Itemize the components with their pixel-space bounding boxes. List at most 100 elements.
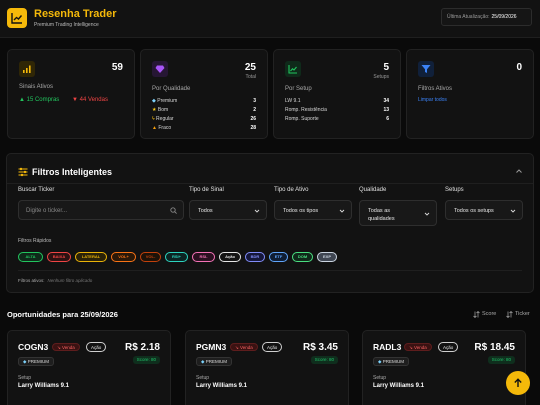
sort-icon (506, 311, 513, 318)
sort-score-button[interactable]: Score (473, 311, 496, 318)
setup-row-label: Romp. Resistência (285, 107, 327, 113)
quality-select[interactable]: Todas as qualidades (359, 200, 437, 226)
quality-row-count: 26 (250, 116, 256, 122)
opportunity-card[interactable]: COGN3 ↘ Venda Ação ◆ PREMIUM R$ 2.18 Sco… (7, 330, 171, 405)
trend-down-icon: ↘ (57, 345, 61, 350)
sells-count: 44 Vendas (79, 97, 108, 103)
setup-unit: Setups (373, 74, 389, 80)
quality-row-count: 28 (250, 125, 256, 131)
signal-type-label: Tipo de Sinal (189, 187, 224, 193)
gem-icon: ◆ (201, 359, 205, 364)
setup-label: Setup (373, 375, 387, 381)
setup-row-label: LW 9.1 (285, 98, 301, 104)
opportunity-card[interactable]: RADL3 ↘ Venda Ação ◆ PREMIUM R$ 18.45 Sc… (362, 330, 526, 405)
setups-select[interactable]: Todos os setups (445, 200, 523, 220)
ticker-placeholder: Digite o ticker... (26, 208, 68, 214)
divider (7, 183, 533, 184)
trend-down-icon: ↘ (235, 345, 239, 350)
quality-row-bom: ★ Bom 2 (152, 107, 256, 114)
buys-stat: ▲ 15 Compras (19, 97, 59, 103)
scroll-to-top-button[interactable] (506, 371, 530, 395)
asset-kind-badge: Ação (262, 342, 283, 352)
chevron-up-icon[interactable] (515, 167, 523, 175)
gem-icon: ◆ (23, 359, 27, 364)
last-update-label: Última Atualização: (447, 14, 490, 20)
asset-kind-badge: Ação (86, 342, 107, 352)
quality-card: 25 Total Por Qualidade ◆ Premium 3 ★ Bom… (140, 49, 268, 139)
divider (18, 270, 522, 271)
quality-row-premium: ◆ Premium 3 (152, 98, 256, 105)
active-filters-title: Filtros Ativos (418, 86, 453, 92)
bolt-icon: ϟ (152, 116, 155, 122)
app-header: Resenha Trader Premium Trading Intellige… (0, 0, 540, 38)
warning-icon: ▲ (152, 125, 157, 131)
asset-type-select[interactable]: Todos os tipos (274, 200, 352, 220)
app-logo (7, 8, 27, 28)
quick-filter-chip[interactable]: BAIXA (47, 252, 71, 262)
quality-filter-label: Qualidade (359, 187, 387, 193)
active-filters-count: 0 (516, 62, 522, 73)
sort-icon (473, 311, 480, 318)
side-badge: ↘ Venda (404, 343, 432, 351)
setup-row: Romp. Resistência 13 (285, 107, 389, 114)
setup-count: 5 (383, 62, 389, 73)
quality-badge: ◆ PREMIUM (196, 357, 232, 366)
trend-down-icon: ↘ (409, 345, 413, 350)
quality-row-regular: ϟ Regular 26 (152, 116, 256, 123)
search-icon (170, 207, 177, 214)
quick-filter-chip[interactable]: EXP (317, 252, 337, 262)
star-icon: ★ (152, 107, 157, 113)
gem-icon: ◆ (378, 359, 382, 364)
setup-row: Romp. Suporte 6 (285, 116, 389, 123)
signals-count: 59 (111, 62, 123, 73)
quick-filter-chip[interactable]: VOL- (140, 252, 161, 262)
setup-title: Por Setup (285, 86, 312, 92)
quality-row-label: Premium (157, 98, 178, 104)
opportunity-card[interactable]: PGMN3 ↘ Venda Ação ◆ PREMIUM R$ 3.45 Sco… (185, 330, 349, 405)
ticker-search-input[interactable]: Digite o ticker... (18, 200, 184, 220)
side-label: Venda (240, 345, 253, 350)
sells-stat: ▼ 44 Vendas (72, 97, 108, 103)
price: R$ 3.45 (302, 342, 338, 353)
signals-card: 59 Sinais Ativos ▲ 15 Compras ▼ 44 Venda… (7, 49, 135, 139)
setup-value: Larry Williams 9.1 (18, 383, 69, 389)
quality-label: PREMIUM (27, 359, 49, 364)
ticker-label: Buscar Ticker (18, 187, 55, 193)
ticker-symbol: RADL3 (373, 342, 402, 352)
sliders-icon (18, 167, 28, 177)
quick-filter-chip[interactable]: ETF (269, 252, 288, 262)
quick-filter-chip[interactable]: DOM (292, 252, 313, 262)
clear-all-link[interactable]: Limpar todos (418, 97, 447, 103)
quick-filter-chip[interactable]: LATERAL (75, 252, 107, 262)
trend-chart-icon (11, 13, 23, 24)
quick-filter-chip[interactable]: RSI+ (165, 252, 188, 262)
quick-filter-chip[interactable]: RSI- (192, 252, 215, 262)
asset-kind-badge: Ação (438, 342, 459, 352)
score-badge: Score: 80 (310, 356, 338, 364)
bar-chart-icon (19, 61, 35, 77)
setup-row-count: 6 (386, 116, 389, 122)
quick-filter-chip[interactable]: BDR (245, 252, 265, 262)
setup-row-count: 34 (383, 98, 389, 104)
arrow-down-icon: ▼ (72, 97, 78, 103)
quality-total: 25 (244, 62, 256, 73)
signals-title: Sinais Ativos (19, 84, 54, 90)
app-subtitle: Premium Trading Intelligence (34, 22, 99, 28)
quick-filter-chip[interactable]: VOL+ (111, 252, 136, 262)
active-filters-card: 0 Filtros Ativos Limpar todos (406, 49, 534, 139)
buys-count: 15 Compras (26, 97, 60, 103)
quick-filter-chip[interactable]: ALTA (18, 252, 43, 262)
side-badge: ↘ Venda (52, 343, 80, 351)
active-filters-summary: Filtros ativos: Nenhum filtro aplicado (18, 278, 92, 283)
quick-filters-label: Filtros Rápidos (18, 238, 52, 244)
signal-type-value: Todos (198, 208, 213, 214)
setups-value: Todos os setups (454, 208, 494, 214)
sort-ticker-button[interactable]: Ticker (506, 311, 530, 318)
chevron-down-icon (424, 212, 430, 216)
signal-type-select[interactable]: Todos (189, 200, 267, 220)
quick-filter-chip[interactable]: Ação (219, 252, 241, 262)
score-badge: Score: 80 (132, 356, 160, 364)
arrow-up-icon: ▲ (19, 97, 25, 103)
active-filters-label: Filtros ativos: (18, 278, 45, 283)
setup-card: 5 Setups Por Setup LW 9.1 34 Romp. Resis… (273, 49, 401, 139)
